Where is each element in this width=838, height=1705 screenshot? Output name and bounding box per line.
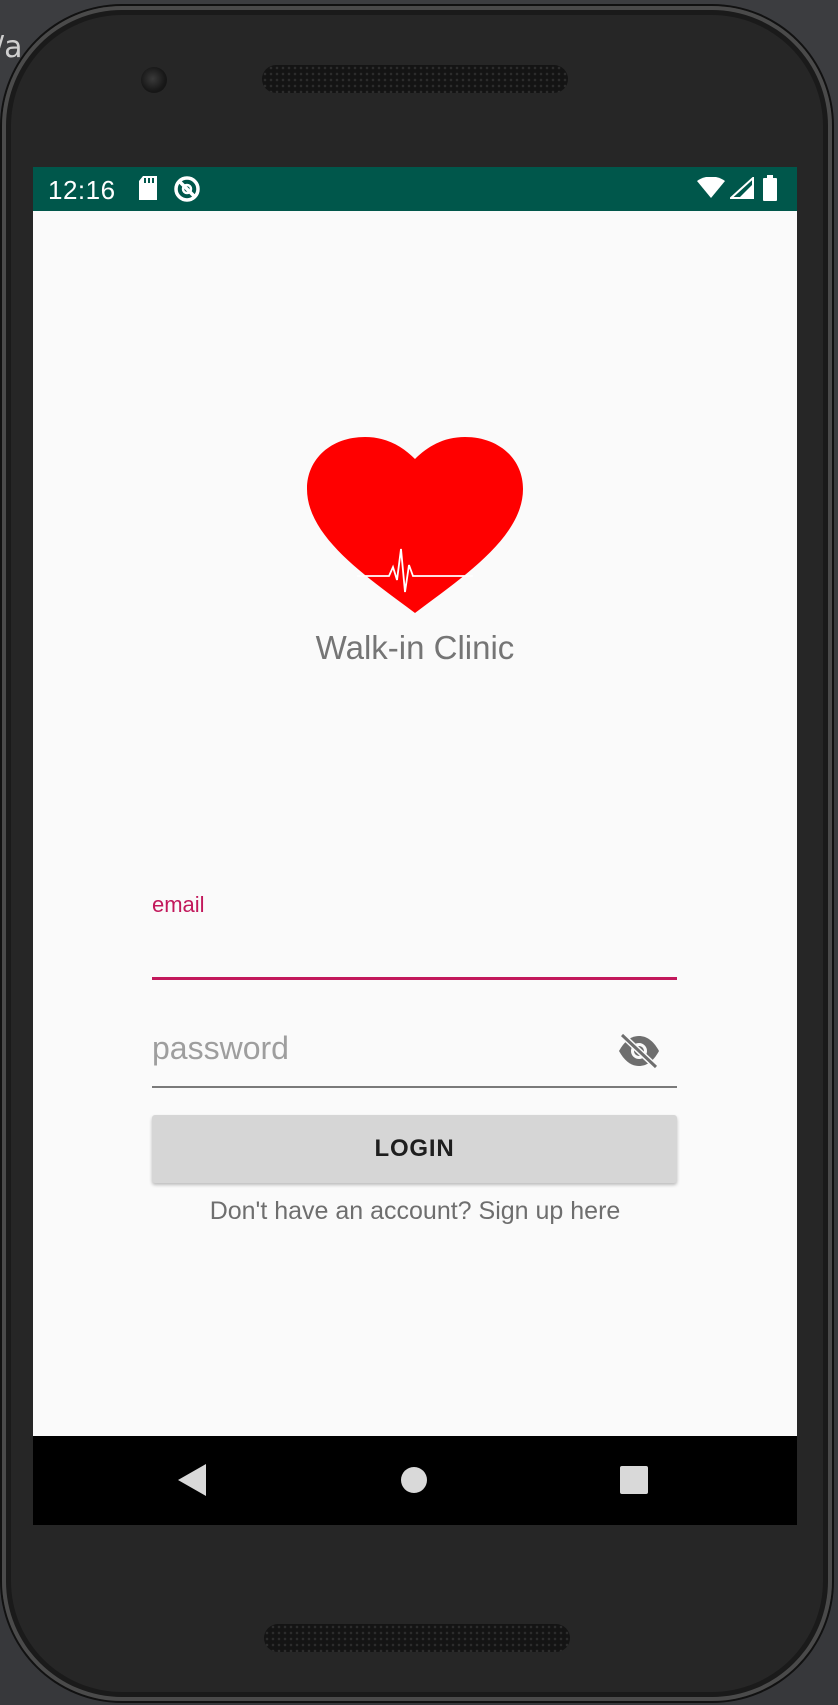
app-screen: 12:16 Walk-in Clinic email LOGIN Don't h… <box>33 167 797 1525</box>
battery-icon <box>763 175 777 201</box>
eye-off-icon[interactable] <box>617 1033 661 1069</box>
signup-link[interactable]: Don't have an account? Sign up here <box>33 1197 797 1226</box>
sd-card-icon <box>139 176 157 200</box>
recents-icon[interactable] <box>620 1466 648 1494</box>
signal-icon <box>730 177 754 199</box>
app-title: Walk-in Clinic <box>315 629 515 666</box>
home-icon[interactable] <box>400 1466 428 1494</box>
navigation-bar <box>33 1436 797 1525</box>
bottom-speaker-grille <box>264 1624 570 1652</box>
front-camera <box>141 67 167 93</box>
do-not-disturb-icon <box>174 176 200 202</box>
email-label: email <box>152 892 205 917</box>
password-input[interactable] <box>152 1024 612 1072</box>
email-underline <box>152 977 677 980</box>
email-input[interactable] <box>152 927 677 975</box>
wifi-icon <box>697 177 725 198</box>
status-time: 12:16 <box>48 175 116 205</box>
login-button[interactable]: LOGIN <box>152 1115 677 1183</box>
password-underline <box>152 1086 677 1088</box>
desktop-edge-text: /a <box>0 30 23 65</box>
back-icon[interactable] <box>176 1462 208 1498</box>
status-bar: 12:16 <box>33 167 797 211</box>
top-speaker-grille <box>262 65 568 93</box>
heart-ecg-icon <box>307 437 523 613</box>
